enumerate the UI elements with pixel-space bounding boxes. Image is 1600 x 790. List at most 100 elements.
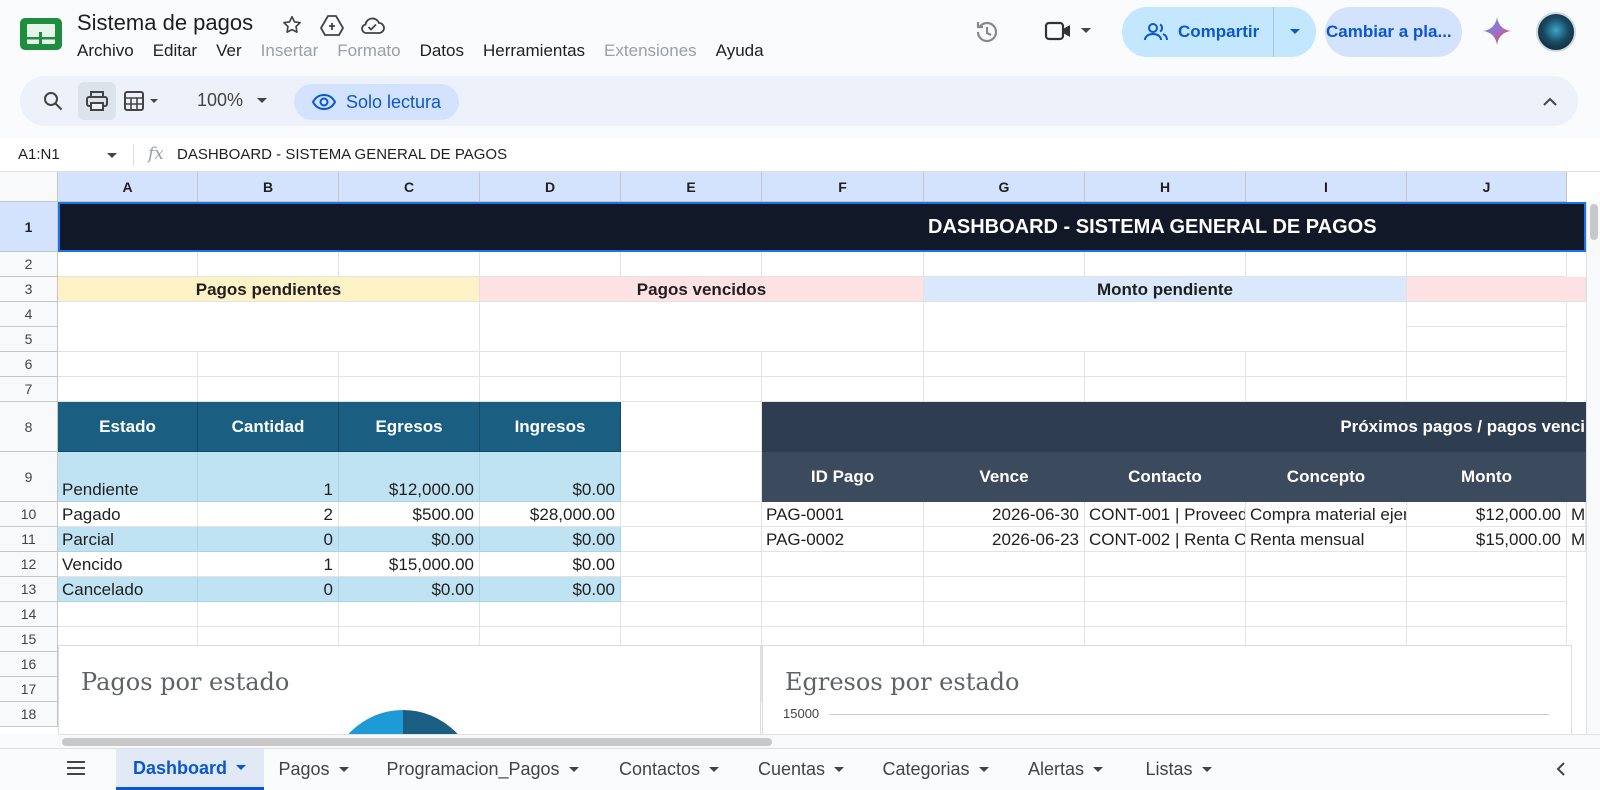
- chevron-down-icon[interactable]: [978, 766, 990, 774]
- grid-cell[interactable]: [621, 527, 762, 552]
- grid-cell[interactable]: [762, 352, 924, 377]
- grid-cell[interactable]: [621, 402, 762, 452]
- grid-cell[interactable]: [339, 377, 480, 402]
- grid-cell[interactable]: [1246, 552, 1407, 577]
- grid-cell[interactable]: [1407, 302, 1567, 327]
- grid-cell[interactable]: [1085, 377, 1246, 402]
- gemini-icon[interactable]: [1482, 16, 1512, 46]
- column-header-g[interactable]: G: [924, 172, 1085, 202]
- grid-cell[interactable]: [339, 352, 480, 377]
- grid-cell[interactable]: [480, 377, 621, 402]
- kpi-next[interactable]: [1407, 277, 1586, 302]
- chevron-down-icon[interactable]: [1201, 766, 1213, 774]
- upcoming-header[interactable]: Concepto: [1246, 452, 1407, 502]
- sheets-logo-icon[interactable]: [20, 18, 62, 50]
- grid-cell[interactable]: [621, 252, 762, 277]
- grid-cell[interactable]: [1407, 577, 1567, 602]
- menu-archivo[interactable]: Archivo: [77, 41, 134, 61]
- document-title[interactable]: Sistema de pagos: [77, 10, 253, 36]
- grid-cell[interactable]: [621, 377, 762, 402]
- grid-cell[interactable]: [924, 577, 1085, 602]
- grid-cell[interactable]: [1246, 352, 1407, 377]
- status-table-cell[interactable]: 1: [198, 452, 339, 502]
- grid-cell[interactable]: [1085, 552, 1246, 577]
- kpi-monto-value[interactable]: [924, 302, 1407, 352]
- grid-cell[interactable]: [339, 252, 480, 277]
- status-table-cell[interactable]: $0.00: [480, 527, 621, 552]
- row-header-4[interactable]: 4: [0, 302, 58, 327]
- formula-input[interactable]: DASHBOARD - SISTEMA GENERAL DE PAGOS: [177, 146, 507, 163]
- row-header-8[interactable]: 8: [0, 402, 58, 452]
- grid-cell[interactable]: [1407, 252, 1567, 277]
- row-header-16[interactable]: 16: [0, 652, 58, 677]
- upcoming-cell[interactable]: PAG-0002: [762, 527, 924, 552]
- menu-datos[interactable]: Datos: [420, 41, 464, 61]
- grid-cell[interactable]: [58, 602, 198, 627]
- grid-cell[interactable]: [1085, 602, 1246, 627]
- column-header-a[interactable]: A: [58, 172, 198, 202]
- select-all-corner[interactable]: [0, 172, 58, 202]
- grid-cell[interactable]: [58, 377, 198, 402]
- chevron-down-icon[interactable]: [833, 766, 845, 774]
- sheet-tab-dashboard[interactable]: Dashboard: [116, 749, 264, 790]
- chevron-down-icon[interactable]: [568, 766, 580, 774]
- menu-herramientas[interactable]: Herramientas: [483, 41, 585, 61]
- grid-cell[interactable]: [762, 552, 924, 577]
- upcoming-cell[interactable]: M: [1567, 502, 1586, 527]
- sheet-tab-programacion_pagos[interactable]: Programacion_Pagos: [368, 749, 598, 790]
- upcoming-cell[interactable]: Compra material ejemplo: [1246, 502, 1407, 527]
- status-table-cell[interactable]: 0: [198, 527, 339, 552]
- row-header-18[interactable]: 18: [0, 702, 58, 727]
- grid-cell[interactable]: [762, 577, 924, 602]
- column-header-i[interactable]: I: [1246, 172, 1407, 202]
- kpi-vencidos-value[interactable]: [480, 302, 924, 352]
- status-table-cell[interactable]: $0.00: [480, 577, 621, 602]
- chevron-down-icon[interactable]: [338, 766, 350, 774]
- grid-cell[interactable]: [1407, 352, 1567, 377]
- status-table-cell[interactable]: Cancelado: [58, 577, 198, 602]
- zoom-select[interactable]: 100%: [197, 90, 243, 111]
- vertical-scrollbar[interactable]: [1586, 202, 1600, 734]
- status-table-header[interactable]: Cantidad: [198, 402, 339, 452]
- upcoming-cell[interactable]: CONT-001 | Proveedor: [1085, 502, 1246, 527]
- grid-cell[interactable]: [198, 377, 339, 402]
- sheet-tab-contactos[interactable]: Contactos: [600, 749, 739, 790]
- status-table-cell[interactable]: 1: [198, 552, 339, 577]
- zoom-chevron-down-icon[interactable]: [252, 76, 272, 126]
- upcoming-cell[interactable]: 2026-06-30: [924, 502, 1085, 527]
- account-avatar[interactable]: [1536, 12, 1576, 52]
- upcoming-cell[interactable]: 2026-06-23: [924, 527, 1085, 552]
- chart-pagos-por-estado[interactable]: Pagos por estado: [58, 645, 761, 734]
- grid-cell[interactable]: [924, 352, 1085, 377]
- column-header-c[interactable]: C: [339, 172, 480, 202]
- row-header-1[interactable]: 1: [0, 202, 58, 252]
- grid-cell[interactable]: [198, 602, 339, 627]
- upcoming-title[interactable]: Próximos pagos / pagos venci: [762, 402, 1586, 452]
- sheet-tab-pagos[interactable]: Pagos: [262, 749, 366, 790]
- grid-cell[interactable]: [198, 352, 339, 377]
- grid-cell[interactable]: [339, 602, 480, 627]
- chart-egresos-por-estado[interactable]: Egresos por estado 15000: [762, 645, 1572, 734]
- horizontal-scroll-thumb[interactable]: [62, 738, 772, 746]
- grid-cell[interactable]: [1085, 352, 1246, 377]
- grid-cell[interactable]: [1407, 327, 1567, 352]
- column-header-f[interactable]: F: [762, 172, 924, 202]
- grid-cell[interactable]: [1246, 377, 1407, 402]
- grid-cell[interactable]: [621, 352, 762, 377]
- grid-cell[interactable]: [1407, 377, 1567, 402]
- status-table-header[interactable]: Ingresos: [480, 402, 621, 452]
- read-only-badge[interactable]: Solo lectura: [294, 84, 460, 120]
- chevron-down-icon[interactable]: [1092, 766, 1104, 774]
- status-table-cell[interactable]: Pendiente: [58, 452, 198, 502]
- collapse-toolbar-chevron-up-icon[interactable]: [1538, 76, 1562, 126]
- status-table-cell[interactable]: $0.00: [339, 527, 480, 552]
- grid-cell[interactable]: [1246, 577, 1407, 602]
- status-table-cell[interactable]: $0.00: [339, 577, 480, 602]
- grid-cell[interactable]: [924, 552, 1085, 577]
- grid-cell[interactable]: [762, 602, 924, 627]
- name-box[interactable]: A1:N1: [18, 146, 60, 163]
- upcoming-header[interactable]: Monto: [1407, 452, 1567, 502]
- menu-extensiones[interactable]: Extensiones: [604, 41, 697, 61]
- grid-cell[interactable]: [1407, 552, 1567, 577]
- grid-cell[interactable]: [924, 252, 1085, 277]
